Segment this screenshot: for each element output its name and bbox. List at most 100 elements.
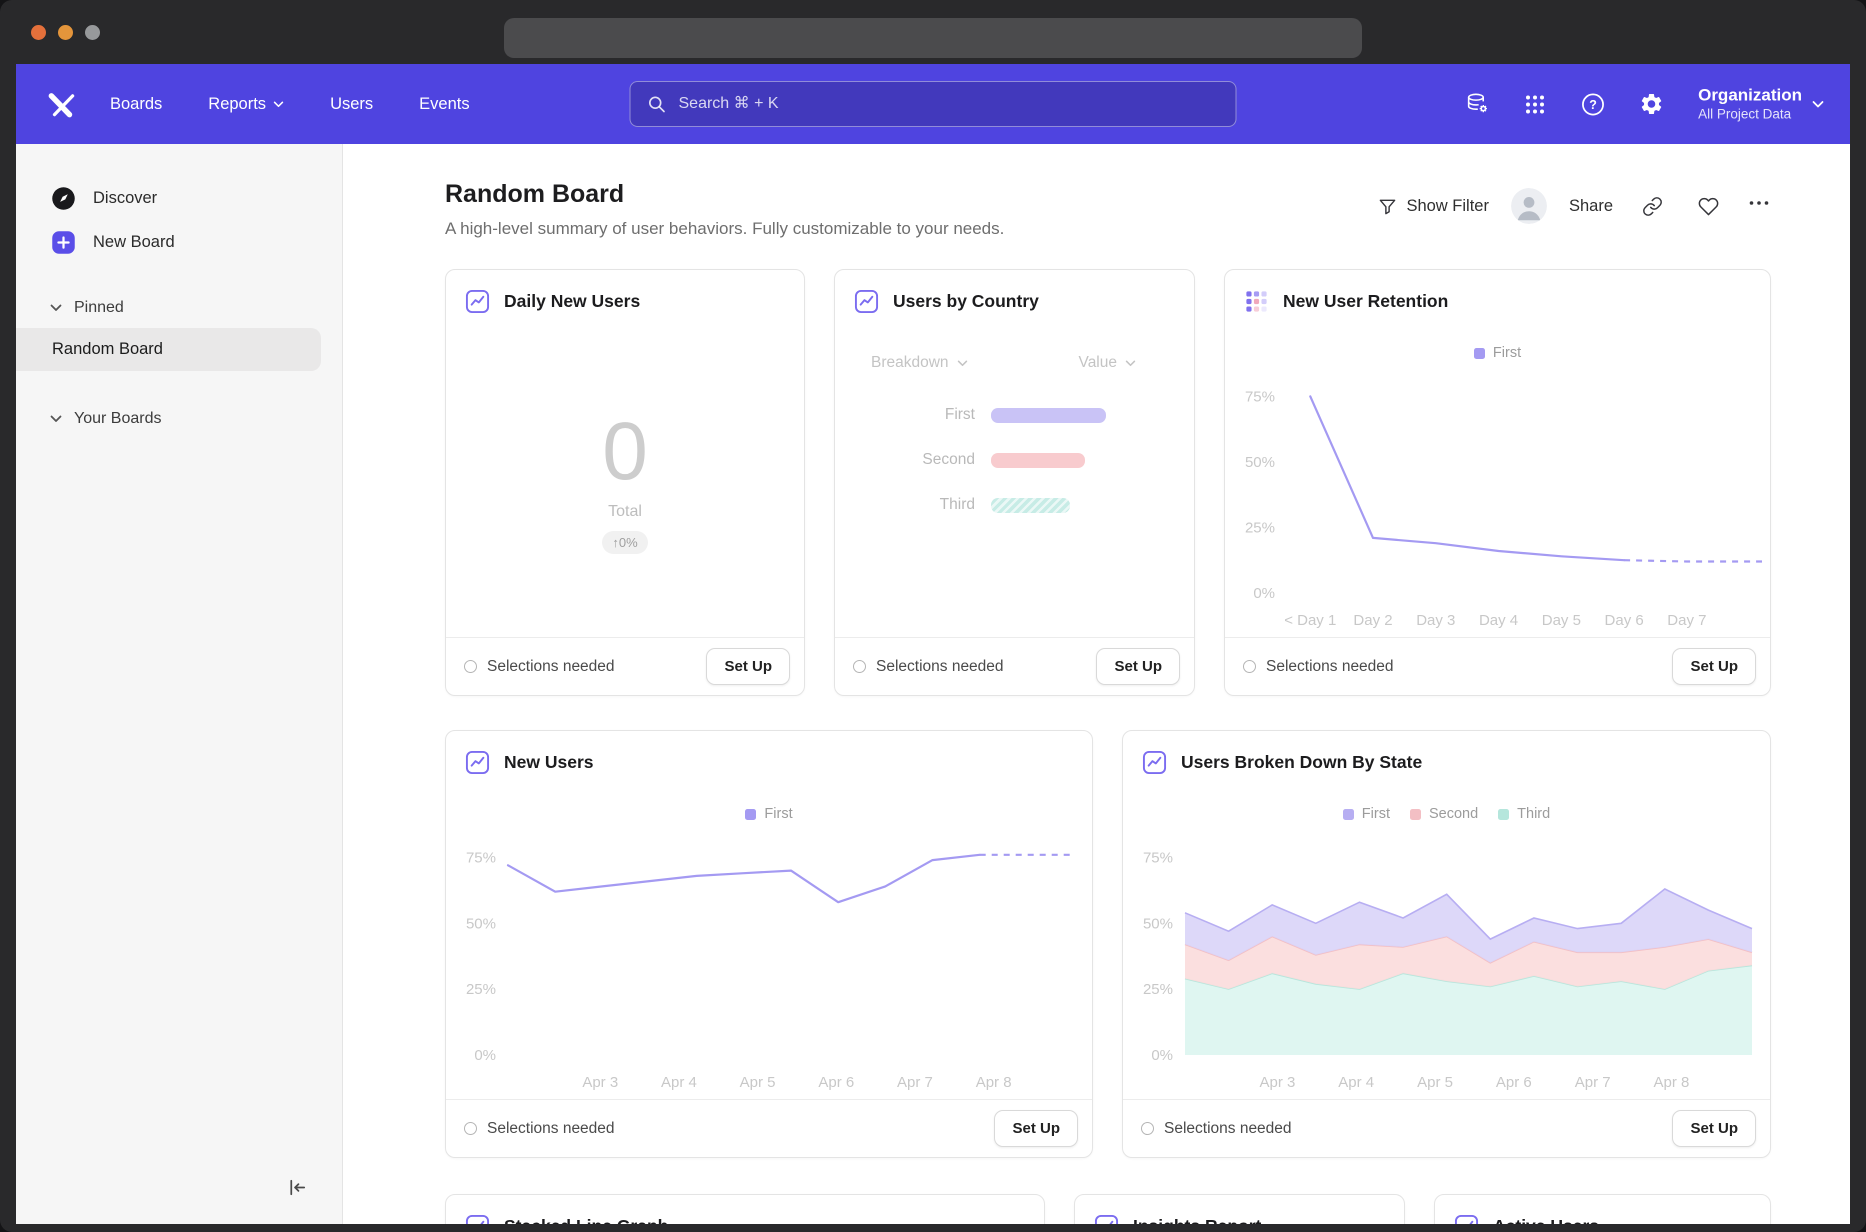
metric-delta-badge: ↑0% bbox=[602, 531, 647, 554]
svg-text:Apr 4: Apr 4 bbox=[661, 1074, 697, 1091]
sidebar-section-pinned[interactable]: Pinned bbox=[16, 288, 342, 328]
svg-text:25%: 25% bbox=[1245, 519, 1275, 536]
chart-legend: First bbox=[1225, 328, 1770, 366]
card-title: New Users bbox=[504, 752, 594, 773]
legend-label: First bbox=[1493, 345, 1521, 361]
sidebar-item-new-board[interactable]: New Board bbox=[16, 220, 342, 264]
breakdown-dropdown[interactable]: Breakdown bbox=[871, 354, 968, 372]
card-new-user-retention: New User Retention First 75%50%25%0%< Da… bbox=[1224, 269, 1771, 696]
org-text: Organization All Project Data bbox=[1698, 86, 1802, 123]
svg-text:50%: 50% bbox=[1245, 454, 1275, 471]
more-options-button[interactable] bbox=[1747, 191, 1771, 221]
card-daily-new-users: Daily New Users 0 Total ↑0% bbox=[445, 269, 805, 696]
status-label: Selections needed bbox=[487, 1120, 615, 1138]
set-up-button[interactable]: Set Up bbox=[706, 648, 790, 685]
card-title: Daily New Users bbox=[504, 291, 640, 312]
set-up-button[interactable]: Set Up bbox=[994, 1110, 1078, 1147]
status-circle-icon bbox=[464, 660, 477, 673]
set-up-button[interactable]: Set Up bbox=[1672, 648, 1756, 685]
bar-row: First bbox=[835, 406, 1194, 424]
search-input[interactable] bbox=[679, 95, 1220, 113]
legend-entry: Third bbox=[1498, 806, 1550, 822]
svg-text:Apr 6: Apr 6 bbox=[1496, 1074, 1532, 1091]
status-text: Selections needed bbox=[853, 658, 1004, 676]
search-icon bbox=[647, 94, 667, 114]
svg-text:Day 2: Day 2 bbox=[1353, 612, 1392, 629]
svg-text:75%: 75% bbox=[1143, 849, 1173, 866]
legend-entry: Second bbox=[1410, 806, 1478, 822]
status-label: Selections needed bbox=[1266, 658, 1394, 676]
cards-row-3: Stacked Line Graph Insights Report bbox=[445, 1194, 1771, 1224]
country-bars: First Second Third bbox=[835, 406, 1194, 514]
nav-right-controls: ? Organization All Project Data bbox=[1460, 86, 1824, 123]
nav-reports[interactable]: Reports bbox=[208, 95, 284, 114]
status-circle-icon bbox=[464, 1122, 477, 1135]
nav-users[interactable]: Users bbox=[330, 95, 373, 114]
avatar[interactable] bbox=[1511, 188, 1547, 224]
legend-swatch bbox=[1410, 809, 1421, 820]
apps-grid-button[interactable] bbox=[1518, 87, 1552, 121]
sidebar-section-your-boards[interactable]: Your Boards bbox=[16, 399, 342, 439]
set-up-button[interactable]: Set Up bbox=[1096, 648, 1180, 685]
bar-label: Second bbox=[835, 451, 991, 469]
svg-text:Apr 5: Apr 5 bbox=[740, 1074, 776, 1091]
card-stacked-line-graph: Stacked Line Graph bbox=[445, 1194, 1045, 1224]
chevron-down-icon bbox=[50, 415, 62, 423]
svg-text:Apr 7: Apr 7 bbox=[897, 1074, 933, 1091]
nav-events-label: Events bbox=[419, 95, 469, 114]
help-button[interactable]: ? bbox=[1576, 87, 1610, 121]
data-management-button[interactable] bbox=[1460, 87, 1494, 121]
plus-square-icon bbox=[50, 229, 77, 256]
bar-label: First bbox=[835, 406, 991, 424]
traffic-light-minimize[interactable] bbox=[58, 25, 73, 40]
svg-text:0%: 0% bbox=[474, 1047, 496, 1064]
bar-row: Third bbox=[835, 496, 1194, 514]
state-area-chart: 75%50%25%0%Apr 3Apr 4Apr 5Apr 6Apr 7Apr … bbox=[1123, 827, 1770, 1099]
card-title: New User Retention bbox=[1283, 291, 1448, 312]
status-label: Selections needed bbox=[487, 658, 615, 676]
status-circle-icon bbox=[1141, 1122, 1154, 1135]
legend-swatch bbox=[1498, 809, 1509, 820]
svg-text:Day 7: Day 7 bbox=[1667, 612, 1706, 629]
nav-events[interactable]: Events bbox=[419, 95, 469, 114]
svg-text:0%: 0% bbox=[1253, 585, 1275, 602]
status-label: Selections needed bbox=[1164, 1120, 1292, 1138]
chart-legend: First bbox=[446, 789, 1092, 827]
org-name: Organization bbox=[1698, 86, 1802, 106]
copy-link-button[interactable] bbox=[1635, 189, 1669, 223]
org-switcher[interactable]: Organization All Project Data bbox=[1698, 86, 1824, 123]
sidebar-item-discover[interactable]: Discover bbox=[16, 176, 342, 220]
legend-swatch bbox=[745, 809, 756, 820]
line-chart-icon bbox=[1093, 1213, 1120, 1224]
traffic-light-maximize[interactable] bbox=[85, 25, 100, 40]
show-filter-button[interactable]: Show Filter bbox=[1378, 197, 1489, 216]
set-up-button[interactable]: Set Up bbox=[1672, 1110, 1756, 1147]
card-title: Users by Country bbox=[893, 291, 1039, 312]
card-title: Stacked Line Graph bbox=[504, 1216, 668, 1224]
traffic-light-close[interactable] bbox=[31, 25, 46, 40]
org-subtitle: All Project Data bbox=[1698, 106, 1802, 123]
sidebar-new-board-label: New Board bbox=[93, 233, 175, 252]
address-bar[interactable] bbox=[504, 18, 1362, 58]
user-avatar-icon bbox=[1511, 188, 1547, 224]
sidebar-item-random-board[interactable]: Random Board bbox=[16, 328, 321, 371]
settings-button[interactable] bbox=[1634, 87, 1668, 121]
sidebar-random-board-label: Random Board bbox=[52, 340, 163, 359]
legend-label: Third bbox=[1517, 806, 1550, 822]
compass-icon bbox=[50, 185, 77, 212]
value-dropdown[interactable]: Value bbox=[1079, 354, 1137, 372]
svg-text:Apr 7: Apr 7 bbox=[1575, 1074, 1611, 1091]
search-bar[interactable] bbox=[630, 81, 1237, 127]
nav-boards[interactable]: Boards bbox=[110, 95, 162, 114]
share-button[interactable]: Share bbox=[1569, 197, 1613, 216]
legend-label: Second bbox=[1429, 806, 1478, 822]
mixpanel-logo-icon bbox=[47, 89, 77, 119]
bar-row: Second bbox=[835, 451, 1194, 469]
board-actions: Show Filter Share bbox=[1378, 188, 1771, 224]
mixpanel-logo[interactable] bbox=[44, 86, 80, 122]
favorite-button[interactable] bbox=[1691, 189, 1725, 223]
nav-users-label: Users bbox=[330, 95, 373, 114]
collapse-sidebar-button[interactable] bbox=[282, 1172, 312, 1202]
sidebar-discover-label: Discover bbox=[93, 189, 157, 208]
retention-chart: 75%50%25%0%< Day 1Day 2Day 3Day 4Day 5Da… bbox=[1225, 366, 1770, 637]
